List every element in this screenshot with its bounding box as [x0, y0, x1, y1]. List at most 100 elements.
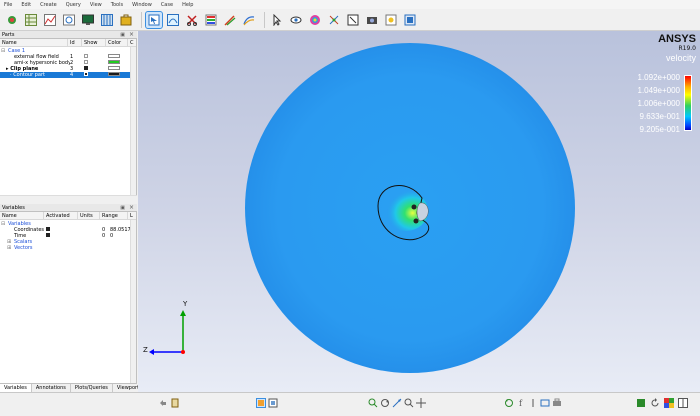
toolbox-icon[interactable]	[118, 12, 134, 28]
x-axis-dot	[181, 350, 185, 354]
query-icon[interactable]	[61, 12, 77, 28]
font-icon[interactable]: f	[516, 398, 526, 408]
variables-panel-header: Variables ▣ ×	[0, 204, 137, 212]
frames-icon[interactable]	[99, 12, 115, 28]
release-label: R19.0	[678, 45, 696, 52]
contour-icon[interactable]	[203, 12, 219, 28]
color-swatch[interactable]	[108, 54, 120, 58]
line-plot-icon[interactable]	[42, 12, 58, 28]
parts-column-header: Name Id Show Color C	[0, 39, 136, 47]
parts-horizontal-scrollbar[interactable]	[0, 195, 137, 201]
table-icon[interactable]	[23, 12, 39, 28]
z-axis-arrow	[149, 349, 154, 355]
pointer-icon[interactable]	[269, 12, 285, 28]
show-checkbox[interactable]	[84, 66, 88, 70]
variable-group-row[interactable]: ⊞ Vectors	[0, 245, 136, 251]
layout-icon[interactable]	[678, 398, 688, 408]
parts-vertical-scrollbar[interactable]	[130, 47, 136, 195]
col-color[interactable]: Color	[106, 39, 128, 46]
part-row-selected[interactable]: · Contour part 4 C	[0, 72, 136, 78]
show-checkbox[interactable]	[84, 72, 88, 76]
variables-vertical-scrollbar[interactable]	[130, 220, 136, 383]
print-icon[interactable]	[552, 398, 562, 408]
activated-checkbox[interactable]	[46, 227, 50, 231]
zoom-fit-icon[interactable]	[368, 398, 378, 408]
visibility-eye-icon[interactable]	[288, 12, 304, 28]
menu-file[interactable]: File	[4, 2, 12, 8]
col-activated[interactable]: Activated	[44, 212, 78, 219]
zoom-icon[interactable]	[404, 398, 414, 408]
z-axis-label: Z	[143, 346, 148, 354]
col-name[interactable]: Name	[0, 212, 44, 219]
variables-column-header: Name Activated Units Range L	[0, 212, 136, 220]
group-label: Vectors	[14, 245, 33, 251]
light-icon[interactable]	[383, 12, 399, 28]
selection-mode-icon[interactable]	[256, 398, 266, 408]
col-extra[interactable]: C	[128, 39, 136, 46]
edge-icon[interactable]	[345, 12, 361, 28]
range-max: 0	[110, 233, 114, 239]
undo-icon[interactable]	[158, 398, 168, 408]
clipboard-icon[interactable]	[170, 398, 180, 408]
pin-icon[interactable]: ▣	[120, 32, 125, 38]
close-icon[interactable]: ×	[129, 31, 134, 38]
parts-panel-title: Parts	[2, 31, 15, 38]
vector-arrows-icon[interactable]	[222, 12, 238, 28]
pin-icon[interactable]: ▣	[120, 205, 125, 211]
clip-icon[interactable]	[184, 12, 200, 28]
transform-icon[interactable]	[326, 12, 342, 28]
color-grid-icon[interactable]	[664, 398, 674, 408]
rotate-icon[interactable]	[380, 398, 390, 408]
legend-colorbar[interactable]	[684, 75, 692, 131]
menu-edit[interactable]: Edit	[21, 2, 31, 8]
refresh-icon[interactable]	[650, 398, 660, 408]
show-checkbox[interactable]	[84, 60, 88, 64]
part-name-contour: · Contour part	[0, 72, 70, 78]
col-extra[interactable]: L	[128, 212, 136, 219]
menu-case[interactable]: Case	[161, 2, 173, 8]
display-mode-icon[interactable]	[636, 398, 646, 408]
tab-variables[interactable]: Variables	[0, 384, 32, 392]
menu-help[interactable]: Help	[182, 2, 193, 8]
reset-view-icon[interactable]	[504, 398, 514, 408]
col-id[interactable]: Id	[68, 39, 82, 46]
col-name[interactable]: Name	[0, 39, 68, 46]
legend-label: 1.006e+000	[637, 99, 681, 108]
menu-window[interactable]: Window	[132, 2, 152, 8]
part-name: Contour part	[13, 72, 45, 78]
material-icon[interactable]	[402, 12, 418, 28]
parts-tree-icon[interactable]	[4, 12, 20, 28]
annotation-icon[interactable]	[540, 398, 550, 408]
menu-query[interactable]: Query	[66, 2, 81, 8]
expand-icon[interactable]: ⊞	[0, 245, 14, 251]
graphics-viewport[interactable]: Y Z ANSYS R19.0 velocity 1.092e+000 1.04…	[138, 31, 700, 392]
legend-title: velocity	[665, 53, 696, 63]
particle-trace-icon[interactable]	[241, 12, 257, 28]
text-cursor-icon[interactable]	[528, 398, 538, 408]
menu-tools[interactable]: Tools	[111, 2, 123, 8]
camera-icon[interactable]	[364, 12, 380, 28]
parts-panel-header: Parts ▣ ×	[0, 31, 137, 39]
isosurface-icon[interactable]	[165, 12, 181, 28]
activated-checkbox[interactable]	[46, 233, 50, 237]
show-checkbox[interactable]	[84, 54, 88, 58]
tab-plots-queries[interactable]: Plots/Queries	[71, 384, 113, 392]
pick-icon[interactable]	[268, 398, 278, 408]
color-swatch[interactable]	[108, 60, 120, 64]
translate-icon[interactable]	[392, 398, 402, 408]
color-swatch[interactable]	[108, 72, 120, 76]
close-icon[interactable]: ×	[129, 204, 134, 211]
col-range[interactable]: Range	[100, 212, 128, 219]
menu-view[interactable]: View	[90, 2, 102, 8]
tab-annotations[interactable]: Annotations	[32, 384, 71, 392]
col-units[interactable]: Units	[78, 212, 100, 219]
col-show[interactable]: Show	[82, 39, 106, 46]
menu-create[interactable]: Create	[40, 2, 57, 8]
bottom-toolbar: f	[0, 392, 700, 416]
monitor-icon[interactable]	[80, 12, 96, 28]
color-swatch[interactable]	[108, 66, 120, 70]
move-icon[interactable]	[416, 398, 426, 408]
select-tool-icon[interactable]	[145, 10, 163, 29]
color-palette-icon[interactable]	[307, 12, 323, 28]
y-axis-label: Y	[183, 300, 188, 308]
